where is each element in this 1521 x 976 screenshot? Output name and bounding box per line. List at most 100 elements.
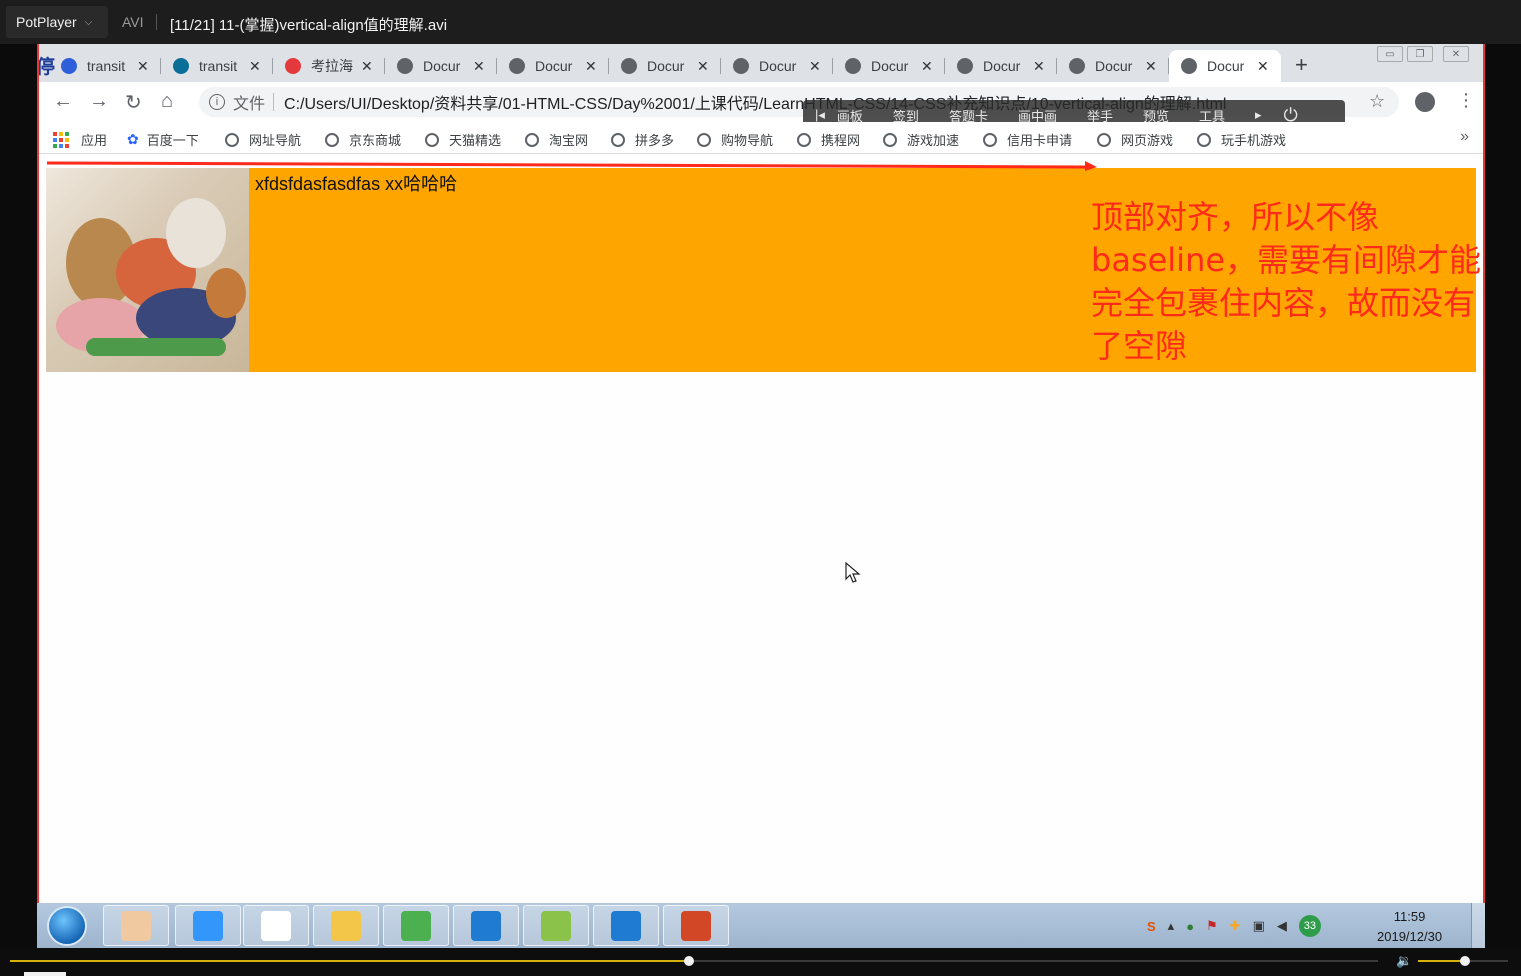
volume-slider[interactable] <box>1418 956 1508 966</box>
more-bookmarks-icon[interactable]: » <box>1460 128 1469 146</box>
globe-icon <box>1181 58 1197 74</box>
browser-tab[interactable]: Docur ✕ <box>385 50 497 82</box>
close-tab-icon[interactable]: ✕ <box>137 58 149 75</box>
profile-avatar-icon[interactable] <box>1415 92 1435 112</box>
browser-tab[interactable]: Docur ✕ <box>833 50 945 82</box>
chrome-app-taskbar-button[interactable] <box>383 905 449 946</box>
bookmark-item[interactable]: 淘宝网 <box>525 130 588 149</box>
tray-app-icon[interactable]: ● <box>1186 919 1194 934</box>
minimize-window-icon[interactable]: ▭ <box>1377 46 1403 62</box>
seek-bar[interactable] <box>10 956 1378 966</box>
bookmark-label: 百度一下 <box>146 133 199 148</box>
browser-tab[interactable]: Docur ✕ <box>1057 50 1169 82</box>
close-tab-icon[interactable]: ✕ <box>921 58 933 75</box>
close-tab-icon[interactable]: ✕ <box>809 58 821 75</box>
globe-icon <box>1197 132 1211 147</box>
bookmark-item[interactable]: 携程网 <box>797 130 860 149</box>
browser-tab[interactable]: transit ✕ <box>49 50 161 82</box>
forward-arrow-icon[interactable]: → <box>89 90 109 113</box>
bookmark-item[interactable]: 网页游戏 <box>1097 130 1173 149</box>
info-icon[interactable]: i <box>209 94 225 110</box>
tab-title: Docur <box>423 58 461 74</box>
browser-tab[interactable]: transit ✕ <box>161 50 273 82</box>
teacher-annotation: 顶部对齐，所以不像 baseline，需要有间隙才能 完全包裹住内容，故而没有 … <box>1091 196 1483 368</box>
home-icon[interactable]: ⌂ <box>161 90 173 113</box>
restore-window-icon[interactable]: ❐ <box>1407 46 1433 62</box>
annotation-line-1: 顶部对齐，所以不像 <box>1091 198 1380 236</box>
tab-title: Docur <box>535 58 573 74</box>
vscode-app-taskbar-button[interactable] <box>453 905 519 946</box>
browser-tab[interactable]: 考拉海 ✕ <box>273 50 385 82</box>
bookmark-label: 京东商城 <box>349 133 402 148</box>
title-divider <box>156 14 157 30</box>
browser-tab[interactable]: Docur ✕ <box>497 50 609 82</box>
powerpoint-app-taskbar-button[interactable] <box>663 905 729 946</box>
vscode-app-icon <box>471 910 501 941</box>
globe-icon <box>797 132 811 147</box>
notepad-app-icon <box>541 910 571 941</box>
avatar-app-taskbar-button[interactable] <box>103 905 169 946</box>
reload-icon[interactable]: ↻ <box>125 90 142 115</box>
browser-tab[interactable]: Docur ✕ <box>945 50 1057 82</box>
bookmark-item[interactable]: 购物导航 <box>697 130 773 149</box>
volume-icon[interactable]: 🔉 <box>1396 953 1412 969</box>
player-menu-button[interactable]: PotPlayer ⌵ <box>6 6 108 38</box>
network-icon[interactable]: ▣ <box>1253 918 1265 934</box>
typora-app-taskbar-button[interactable] <box>243 905 309 946</box>
file-explorer-app-taskbar-button[interactable] <box>313 905 379 946</box>
browser-tab[interactable]: Docur ✕ <box>609 50 721 82</box>
bookmark-star-icon[interactable]: ☆ <box>1369 91 1385 112</box>
powerpoint-app-icon <box>681 910 711 941</box>
taskbar-clock[interactable]: 11:59 2019/12/30 <box>1377 907 1442 947</box>
close-tab-icon[interactable]: ✕ <box>361 58 373 75</box>
close-tab-icon[interactable]: ✕ <box>1257 58 1269 75</box>
clock-date: 2019/12/30 <box>1377 929 1443 944</box>
tray-badge[interactable]: 33 <box>1298 915 1321 937</box>
back-arrow-icon[interactable]: ← <box>53 90 73 113</box>
close-tab-icon[interactable]: ✕ <box>697 58 709 75</box>
close-tab-icon[interactable]: ✕ <box>585 58 597 75</box>
bookmark-item[interactable]: 玩手机游戏 <box>1197 130 1286 149</box>
browser-tab[interactable]: Docur ✕ <box>721 50 833 82</box>
close-tab-icon[interactable]: ✕ <box>1033 58 1045 75</box>
close-tab-icon[interactable]: ✕ <box>249 58 261 75</box>
sogou-input-icon[interactable]: S <box>1147 919 1156 934</box>
action-center-flag-icon[interactable]: ⚑ <box>1206 918 1218 934</box>
vscode-app-2-taskbar-button[interactable] <box>593 905 659 946</box>
start-button[interactable] <box>47 906 87 946</box>
globe-icon <box>733 58 749 74</box>
bookmark-item[interactable]: 网址导航 <box>225 130 301 149</box>
bookmark-item[interactable]: ✿ 百度一下 <box>127 130 199 149</box>
bookmark-item[interactable]: 京东商城 <box>325 130 401 149</box>
floatbar-handle-icon[interactable]: |◂ <box>815 107 825 123</box>
bookmark-item[interactable]: 天猫精选 <box>425 130 501 149</box>
tray-expand-icon[interactable]: ▴ <box>1168 918 1175 934</box>
bookmark-item[interactable]: 游戏加速 <box>883 130 959 149</box>
floatbar-collapse-icon[interactable]: ▸ <box>1255 107 1262 123</box>
notepad-app-taskbar-button[interactable] <box>523 905 589 946</box>
bookmark-item[interactable]: 应用 <box>53 130 107 149</box>
browser-tab-strip: transit ✕ transit ✕ 考拉海 ✕ Docur ✕ Docur ✕ Docur ✕ Do… <box>39 44 1483 82</box>
video-format-label: AVI <box>122 14 144 30</box>
dingtalk-app-taskbar-button[interactable] <box>175 905 241 946</box>
close-tab-icon[interactable]: ✕ <box>1145 58 1157 75</box>
browser-tab[interactable]: Docur ✕ <box>1169 50 1281 82</box>
close-window-icon[interactable]: ✕ <box>1443 46 1469 62</box>
bookmark-label: 淘宝网 <box>549 133 589 148</box>
seek-bar-knob[interactable] <box>683 956 694 966</box>
tab-title: transit <box>199 58 238 74</box>
volume-slider-fill <box>1418 960 1465 962</box>
flag-icon <box>173 58 189 74</box>
baidu-paw-icon <box>61 58 77 74</box>
speaker-icon[interactable]: ◀ <box>1277 918 1287 934</box>
new-tab-button[interactable]: + <box>1295 52 1308 78</box>
video-frame[interactable]: transit ✕ transit ✕ 考拉海 ✕ Docur ✕ Docur ✕ Docur ✕ Do… <box>37 44 1485 903</box>
show-desktop-button[interactable] <box>1471 903 1485 948</box>
close-tab-icon[interactable]: ✕ <box>473 58 485 75</box>
chrome-app-icon <box>401 910 431 941</box>
volume-slider-knob[interactable] <box>1459 956 1470 966</box>
more-menu-icon[interactable]: ⋮ <box>1457 90 1475 111</box>
tray-plus-icon[interactable]: ✚ <box>1230 918 1241 934</box>
bookmark-item[interactable]: 拼多多 <box>611 130 674 149</box>
bookmark-item[interactable]: 信用卡申请 <box>983 130 1072 149</box>
